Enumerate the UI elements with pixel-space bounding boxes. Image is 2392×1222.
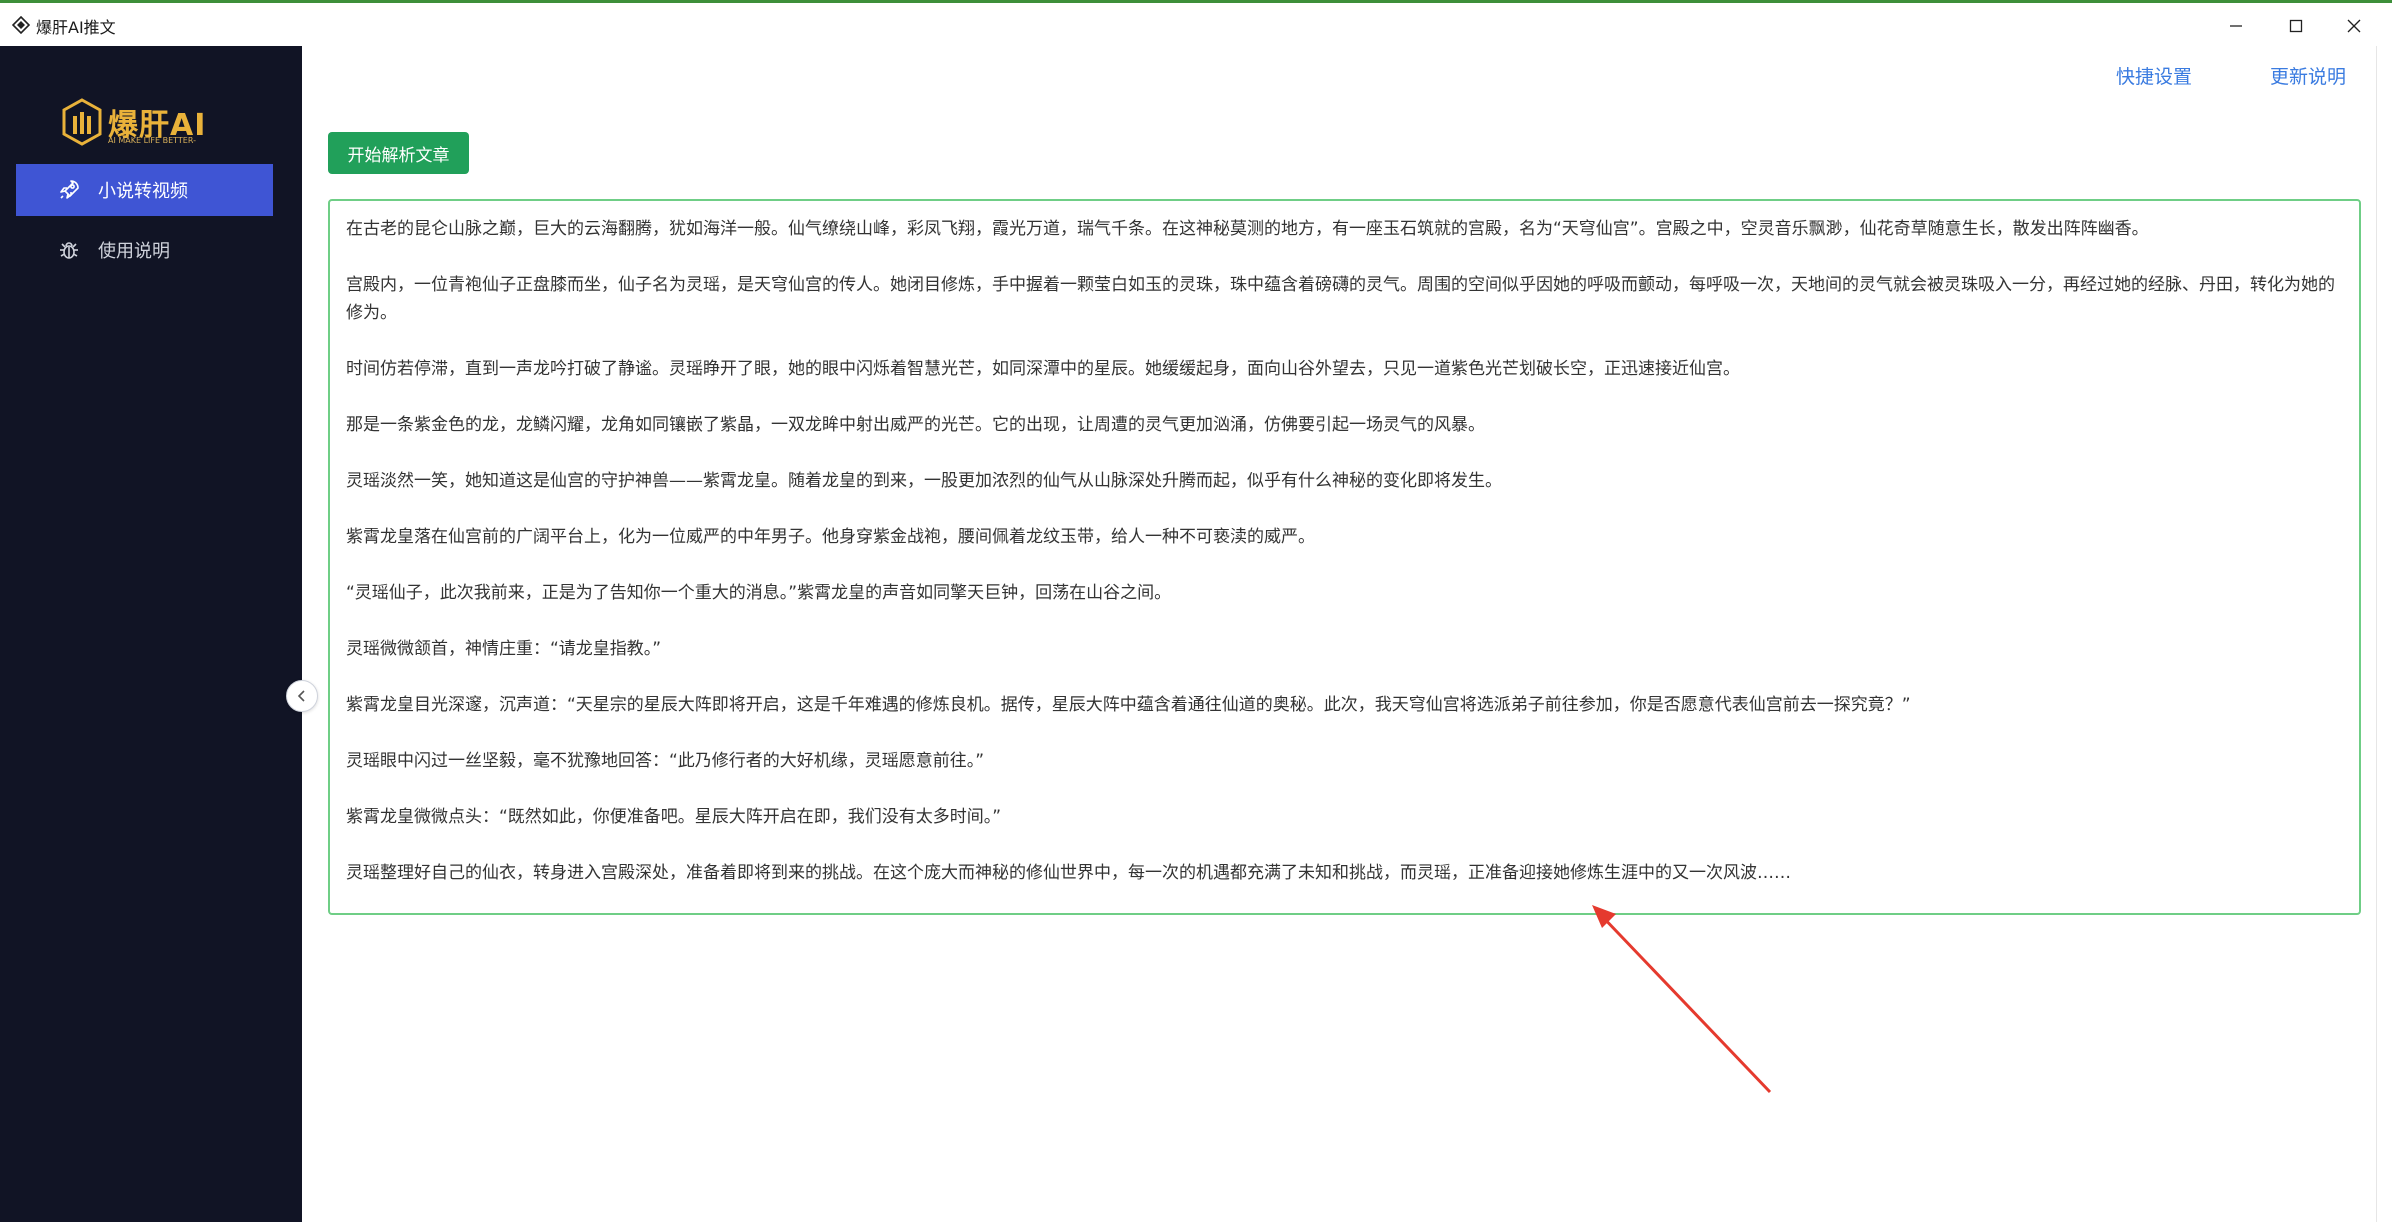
logo-subtitle: AI MAKE LIFE BETTER- <box>108 136 196 145</box>
shortcut-settings-link[interactable]: 快捷设置 <box>2116 62 2192 89</box>
close-button[interactable] <box>2334 11 2374 41</box>
annotation-arrow <box>1592 905 1772 1094</box>
article-textarea[interactable]: 在古老的昆仑山脉之巅，巨大的云海翻腾，犹如海洋一般。仙气缭绕山峰，彩凤飞翔，霞光… <box>328 199 2361 915</box>
article-paragraph: 灵瑶淡然一笑，她知道这是仙宫的守护神兽——紫霄龙皇。随着龙皇的到来，一股更加浓烈… <box>346 471 1502 491</box>
sidebar-item-label: 小说转视频 <box>98 181 188 202</box>
article-paragraph: 宫殿内，一位青袍仙子正盘膝而坐，仙子名为灵瑶，是天穹仙宫的传人。她闭目修炼，手中… <box>346 275 2335 323</box>
window-title: 爆肝AI推文 <box>36 18 116 37</box>
app-logo-icon <box>12 16 30 34</box>
sidebar-item-instructions[interactable]: 使用说明 <box>16 224 273 276</box>
minimize-icon <box>2230 25 2242 27</box>
update-notes-link[interactable]: 更新说明 <box>2270 62 2346 89</box>
article-paragraph: 紫霄龙皇目光深邃，沉声道：“天星宗的星辰大阵即将开启，这是千年难遇的修炼良机。据… <box>346 695 1911 715</box>
article-paragraph: 灵瑶微微颔首，神情庄重：“请龙皇指教。” <box>346 639 662 659</box>
article-paragraph: 时间仿若停滞，直到一声龙吟打破了静谧。灵瑶睁开了眼，她的眼中闪烁着智慧光芒，如同… <box>346 359 1740 379</box>
bug-icon <box>56 237 82 263</box>
close-icon <box>2347 19 2361 33</box>
brand-logo: 爆肝AI AI MAKE LIFE BETTER- <box>60 96 210 152</box>
minimize-button[interactable] <box>2216 11 2256 41</box>
chevron-left-icon <box>297 690 305 702</box>
sidebar-item-label: 使用说明 <box>98 241 170 262</box>
crown-logo-icon <box>62 98 102 146</box>
article-paragraph: 灵瑶整理好自己的仙衣，转身进入宫殿深处，准备着即将到来的挑战。在这个庞大而神秘的… <box>346 863 1791 883</box>
maximize-icon <box>2289 19 2303 33</box>
article-paragraph: 那是一条紫金色的龙，龙鳞闪耀，龙角如同镶嵌了紫晶，一双龙眸中射出威严的光芒。它的… <box>346 415 1485 435</box>
background-window-edge <box>2376 46 2392 1222</box>
sidebar-collapse-button[interactable] <box>286 680 318 712</box>
article-paragraph: 紫霄龙皇微微点头：“既然如此，你便准备吧。星辰大阵开启在即，我们没有太多时间。” <box>346 807 1002 827</box>
app-window: 爆肝AI推文 爆肝AI AI MAKE LIFE BETTER- 小说转视频 使… <box>0 0 2392 1222</box>
article-paragraph: 灵瑶眼中闪过一丝坚毅，毫不犹豫地回答：“此乃修行者的大好机缘，灵瑶愿意前往。” <box>346 751 985 771</box>
rocket-icon <box>56 177 82 203</box>
article-paragraph: “灵瑶仙子，此次我前来，正是为了告知你一个重大的消息。”紫霄龙皇的声音如同擎天巨… <box>346 583 1172 603</box>
start-parse-button[interactable]: 开始解析文章 <box>328 132 469 174</box>
article-paragraph: 紫霄龙皇落在仙宫前的广阔平台上，化为一位威严的中年男子。他身穿紫金战袍，腰间佩着… <box>346 527 1315 547</box>
sidebar-item-novel-to-video[interactable]: 小说转视频 <box>16 164 273 216</box>
maximize-button[interactable] <box>2276 11 2316 41</box>
title-bar: 爆肝AI推文 <box>0 0 2392 46</box>
article-paragraph: 在古老的昆仑山脉之巅，巨大的云海翻腾，犹如海洋一般。仙气缭绕山峰，彩凤飞翔，霞光… <box>346 219 2149 239</box>
sidebar: 爆肝AI AI MAKE LIFE BETTER- 小说转视频 使用说明 <box>0 46 302 1222</box>
